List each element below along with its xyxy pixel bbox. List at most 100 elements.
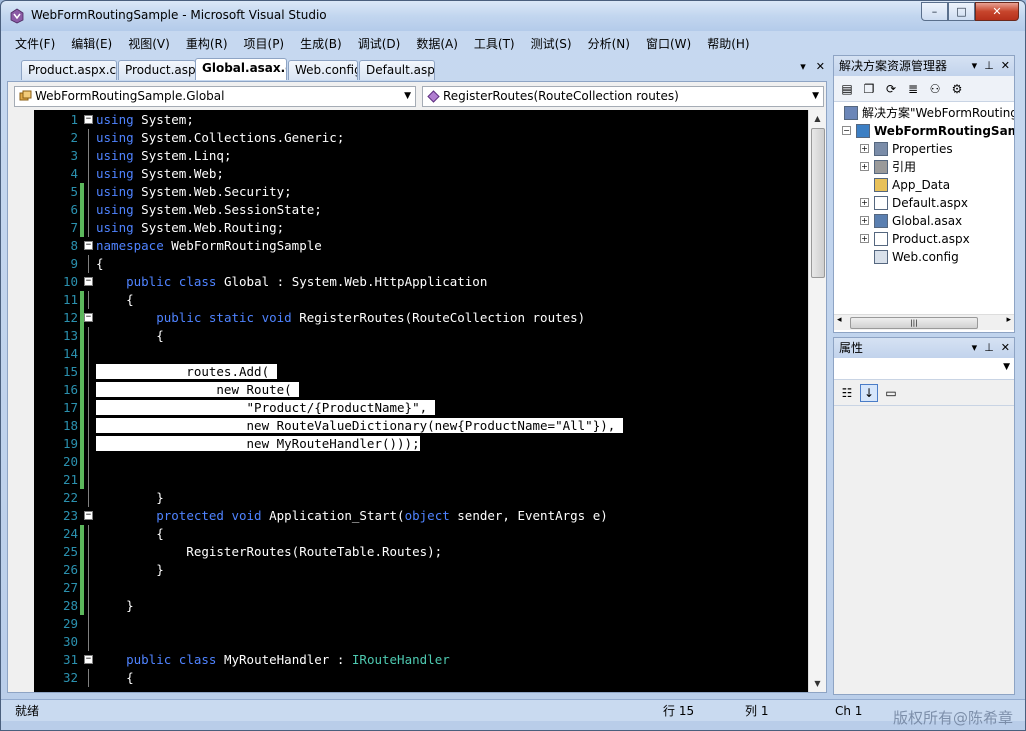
view-designer-icon[interactable]: ⚇ [926, 80, 944, 98]
refresh-icon[interactable]: ⟳ [882, 80, 900, 98]
menu-view[interactable]: 视图(V) [120, 34, 178, 54]
collapse-icon[interactable]: − [84, 277, 93, 286]
code-line[interactable]: 14 [34, 345, 808, 363]
solution-tree-item[interactable]: + 引用 [834, 158, 1014, 176]
code-line[interactable]: 13 { [34, 327, 808, 345]
scroll-thumb[interactable] [811, 128, 825, 278]
scroll-left-icon[interactable]: ◂ [837, 315, 842, 325]
tab-product-aspx-cs[interactable]: Product.aspx.cs [21, 60, 117, 80]
expand-icon[interactable]: + [860, 216, 869, 225]
code-line[interactable]: 4 using System.Web; [34, 165, 808, 183]
scroll-up-icon[interactable]: ▲ [809, 110, 826, 127]
property-pages-icon[interactable]: ▭ [882, 384, 900, 402]
pane-menu-icon[interactable]: ▾ [972, 338, 978, 358]
menu-project[interactable]: 项目(P) [236, 34, 293, 54]
solution-tree-item[interactable]: − WebFormRoutingSample [834, 122, 1014, 140]
code-line[interactable]: 21 [34, 471, 808, 489]
code-line[interactable]: 25 RegisterRoutes(RouteTable.Routes); [34, 543, 808, 561]
scroll-down-icon[interactable]: ▼ [809, 675, 826, 692]
code-line[interactable]: 5 using System.Web.Security; [34, 183, 808, 201]
code-line[interactable]: 12− public static void RegisterRoutes(Ro… [34, 309, 808, 327]
code-line[interactable]: 15 routes.Add( [34, 363, 808, 381]
class-diagram-icon[interactable]: ⚙ [948, 80, 966, 98]
tab-product-aspx-designer[interactable]: Product.aspx [118, 60, 196, 80]
code-line[interactable]: 32 { [34, 669, 808, 687]
show-all-files-icon[interactable]: ❐ [860, 80, 878, 98]
code-line[interactable]: 22 } [34, 489, 808, 507]
menu-tools[interactable]: 工具(T) [466, 34, 523, 54]
menu-data[interactable]: 数据(A) [408, 34, 466, 54]
menu-refactor[interactable]: 重构(R) [178, 34, 236, 54]
pin-icon[interactable]: ⊥ [984, 56, 994, 76]
pane-close-icon[interactable]: ✕ [1001, 56, 1010, 76]
class-combo[interactable]: WebFormRoutingSample.Global ▼ [14, 86, 416, 107]
code-line[interactable]: 3 using System.Linq; [34, 147, 808, 165]
solution-tree-item[interactable]: + Default.aspx [834, 194, 1014, 212]
solution-tree-item[interactable]: + Product.aspx [834, 230, 1014, 248]
pane-close-icon[interactable]: ✕ [1001, 338, 1010, 358]
menu-analyze[interactable]: 分析(N) [580, 34, 638, 54]
properties-icon[interactable]: ▤ [838, 80, 856, 98]
solution-tree-item[interactable]: + Global.asax [834, 212, 1014, 230]
code-line[interactable]: 2 using System.Collections.Generic; [34, 129, 808, 147]
expand-icon[interactable]: + [860, 162, 869, 171]
solution-explorer-horizontal-scrollbar[interactable]: ◂ ||| ▸ [834, 314, 1014, 330]
menu-debug[interactable]: 调试(D) [350, 34, 409, 54]
expand-icon[interactable]: + [860, 234, 869, 243]
solution-tree-item[interactable]: 解决方案"WebFormRoutingSample" [834, 104, 1014, 122]
collapse-icon[interactable]: − [84, 313, 93, 322]
solution-tree-item[interactable]: App_Data [834, 176, 1014, 194]
scroll-thumb[interactable]: ||| [850, 317, 978, 329]
collapse-icon[interactable]: − [842, 126, 851, 135]
code-line[interactable]: 9{ [34, 255, 808, 273]
menu-edit[interactable]: 编辑(E) [63, 34, 120, 54]
minimize-button[interactable]: – [921, 2, 948, 21]
editor-vertical-scrollbar[interactable]: ▲ ▼ [808, 110, 826, 692]
tab-global-asax-cs[interactable]: Global.asax.cs* [195, 58, 287, 80]
code-line[interactable]: 8− namespace WebFormRoutingSample [34, 237, 808, 255]
menu-test[interactable]: 测试(S) [523, 34, 580, 54]
menu-window[interactable]: 窗口(W) [638, 34, 699, 54]
close-document-icon[interactable]: ✕ [816, 60, 825, 73]
code-line[interactable]: 7 using System.Web.Routing; [34, 219, 808, 237]
collapse-icon[interactable]: − [84, 115, 93, 124]
view-code-icon[interactable]: ≣ [904, 80, 922, 98]
categorized-icon[interactable]: ☷ [838, 384, 856, 402]
menu-build[interactable]: 生成(B) [292, 34, 350, 54]
code-line[interactable]: 20 [34, 453, 808, 471]
code-line[interactable]: 23− protected void Application_Start(obj… [34, 507, 808, 525]
code-line[interactable]: 18 new RouteValueDictionary(new{ProductN… [34, 417, 808, 435]
menu-file[interactable]: 文件(F) [7, 34, 63, 54]
scroll-right-icon[interactable]: ▸ [1006, 315, 1011, 325]
tab-default-aspx[interactable]: Default.aspx [359, 60, 435, 80]
maximize-button[interactable]: □ [948, 2, 975, 21]
close-button[interactable]: ✕ [975, 2, 1019, 21]
code-line[interactable]: 1− using System; [34, 111, 808, 129]
menu-help[interactable]: 帮助(H) [699, 34, 757, 54]
pin-icon[interactable]: ⊥ [984, 338, 994, 358]
code-line[interactable]: 11 { [34, 291, 808, 309]
collapse-icon[interactable]: − [84, 511, 93, 520]
collapse-icon[interactable]: − [84, 655, 93, 664]
expand-icon[interactable]: + [860, 198, 869, 207]
code-line[interactable]: 16 new Route( [34, 381, 808, 399]
code-line[interactable]: 27 [34, 579, 808, 597]
code-line[interactable]: 29 [34, 615, 808, 633]
tab-list-dropdown-icon[interactable]: ▾ [800, 60, 806, 73]
code-line[interactable]: 24 { [34, 525, 808, 543]
alphabetical-sort-icon[interactable]: ↓ [860, 383, 878, 402]
code-line[interactable]: 30 [34, 633, 808, 651]
code-line[interactable]: 17 "Product/{ProductName}", [34, 399, 808, 417]
code-line[interactable]: 28 } [34, 597, 808, 615]
code-line[interactable]: 10− public class Global : System.Web.Htt… [34, 273, 808, 291]
pane-menu-icon[interactable]: ▾ [972, 56, 978, 76]
expand-icon[interactable]: + [860, 144, 869, 153]
solution-tree-item[interactable]: Web.config [834, 248, 1014, 266]
code-line[interactable]: 6 using System.Web.SessionState; [34, 201, 808, 219]
code-line[interactable]: 19 new MyRouteHandler())); [34, 435, 808, 453]
collapse-icon[interactable]: − [84, 241, 93, 250]
code-line[interactable]: 26 } [34, 561, 808, 579]
code-line[interactable]: 31− public class MyRouteHandler : IRoute… [34, 651, 808, 669]
solution-tree-item[interactable]: + Properties [834, 140, 1014, 158]
tab-web-config[interactable]: Web.config [288, 60, 358, 80]
